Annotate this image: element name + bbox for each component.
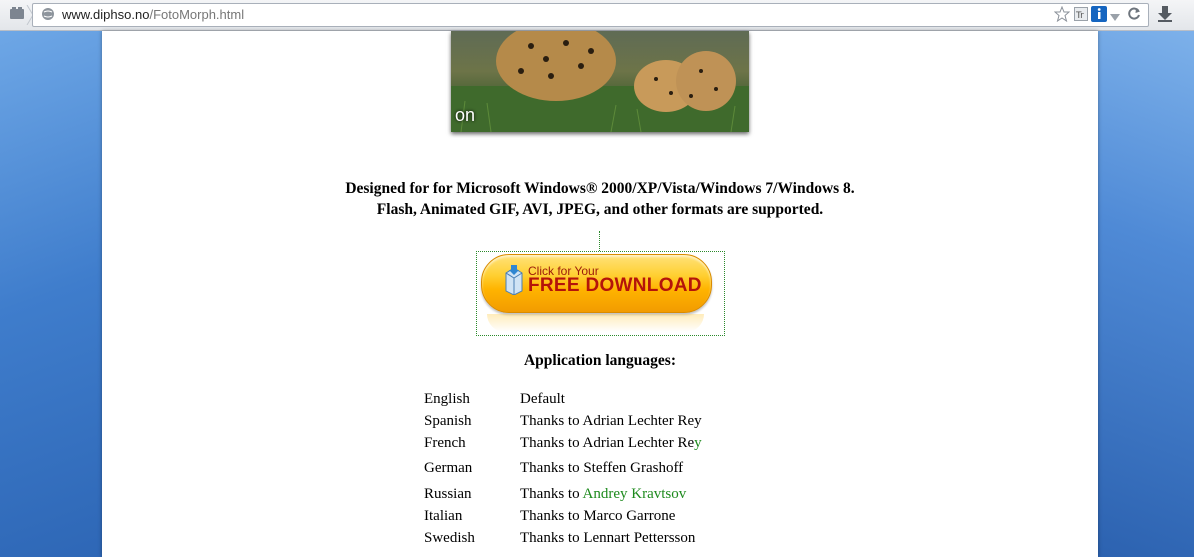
credit-text: Thanks to Adrian Lechter Rey (520, 413, 702, 429)
requirements-line-1: Designed for for Microsoft Windows® 2000… (345, 180, 855, 197)
focus-outline-stem (599, 231, 600, 251)
star-icon[interactable] (1053, 5, 1071, 27)
language-credit: Thanks to Lennart Pettersson (520, 530, 695, 547)
download-main-text: FREE DOWNLOAD (528, 275, 702, 296)
address-bar[interactable]: www.diphso.no/FotoMorph.html Tr (32, 3, 1149, 27)
url-path: /FotoMorph.html (149, 7, 245, 22)
hero-caption: on (455, 105, 476, 125)
dropdown-arrow-icon[interactable] (1110, 9, 1120, 27)
language-credit: Thanks to Marco Garrone (520, 508, 675, 525)
language-credit: Thanks to Steffen Grashoff (520, 460, 683, 477)
language-credit: Thanks to Adrian Lechter Rey (520, 435, 702, 452)
button-reflection (487, 314, 704, 332)
language-name: English (424, 391, 470, 407)
cheetah-hero-image: on (451, 31, 749, 132)
credit-text: Thanks to Steffen Grashoff (520, 460, 684, 476)
free-download-button[interactable]: Click for Your FREE DOWNLOAD (481, 254, 712, 313)
download-link[interactable]: Click for Your FREE DOWNLOAD (476, 251, 725, 336)
system-requirements: Designed for for Microsoft Windows® 2000… (102, 178, 1098, 220)
cheetah-illustration (451, 31, 749, 132)
package-icon (504, 265, 524, 300)
reload-icon[interactable] (1127, 7, 1141, 26)
language-name: Spanish (424, 413, 472, 429)
credit-text: Thanks to (520, 486, 583, 502)
globe-icon (41, 7, 55, 26)
credit-text: Thanks to Lennart Pettersson (520, 530, 696, 546)
browser-toolbar: www.diphso.no/FotoMorph.html Tr (0, 0, 1194, 31)
language-credit: Thanks to Andrey Kravtsov (520, 486, 686, 503)
language-name: Swedish (424, 530, 475, 546)
language-name: French (424, 435, 466, 451)
language-credit: Default (520, 391, 565, 408)
language-name: Italian (424, 508, 463, 524)
download-arrow-icon[interactable] (1157, 6, 1173, 27)
info-extension-icon[interactable] (1091, 6, 1107, 27)
desktop-wallpaper-left (0, 30, 102, 557)
app-menu-icon[interactable] (9, 6, 25, 25)
language-name: Russian (424, 486, 472, 502)
desktop-wallpaper-right (1098, 30, 1194, 557)
requirements-line-2: Flash, Animated GIF, AVI, JPEG, and othe… (376, 201, 824, 218)
language-credit: Thanks to Adrian Lechter Rey (520, 413, 702, 430)
credit-text: Thanks to Marco Garrone (520, 508, 676, 524)
credit-link[interactable]: Andrey Kravtsov (583, 486, 687, 502)
credit-text: Default (520, 391, 565, 407)
translate-icon[interactable]: Tr (1074, 7, 1088, 26)
credit-text: Thanks to Adrian Lechter Re (520, 435, 695, 451)
url-host: www.diphso.no (62, 7, 150, 22)
url-text[interactable]: www.diphso.no/FotoMorph.html (62, 7, 244, 22)
web-page: on Designed for for Microsoft Windows® 2… (102, 31, 1098, 557)
languages-heading: Application languages: (523, 352, 676, 369)
svg-text:Tr: Tr (1075, 11, 1084, 21)
credit-link[interactable]: y (694, 435, 702, 451)
language-name: German (424, 460, 473, 476)
